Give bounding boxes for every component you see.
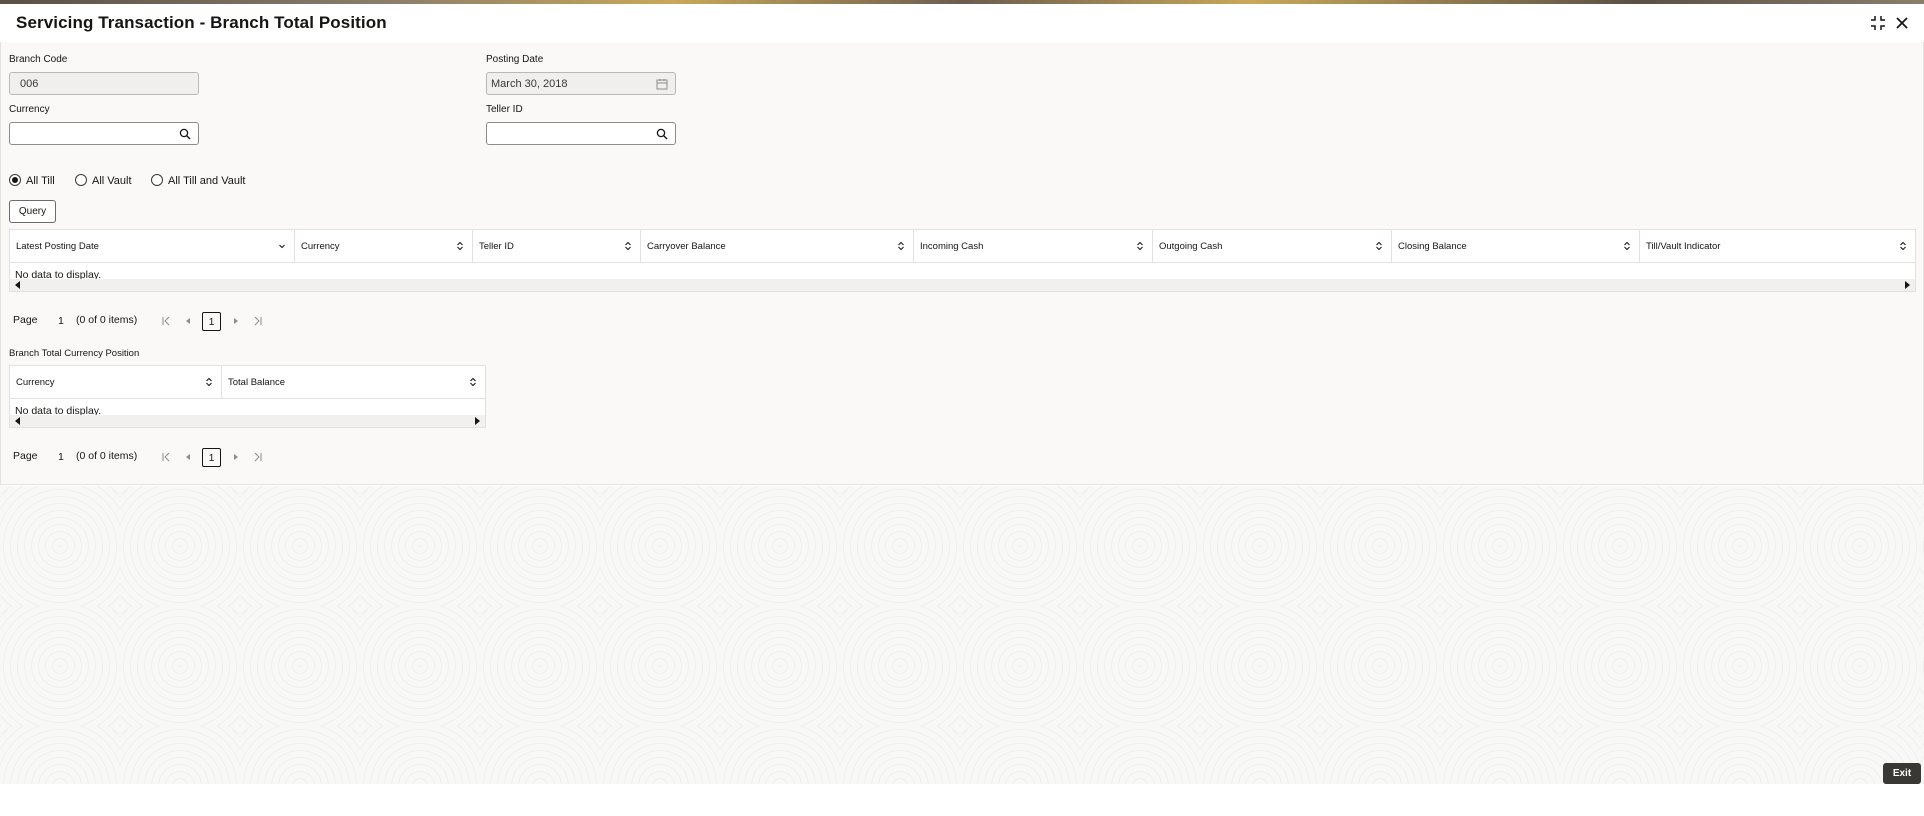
- posting-date-value: March 30, 2018: [491, 78, 568, 90]
- sort-icon: [1624, 241, 1630, 251]
- currency-label: Currency: [9, 104, 50, 115]
- col-teller-id[interactable]: Teller ID: [473, 230, 641, 262]
- col-currency[interactable]: Currency: [295, 230, 473, 262]
- teller-id-label: Teller ID: [486, 104, 523, 115]
- search-icon[interactable]: [656, 128, 668, 140]
- posting-date-field: March 30, 2018: [486, 72, 676, 95]
- branch-code-field: 006: [9, 72, 199, 95]
- radio-all-vault[interactable]: All Vault: [75, 174, 132, 187]
- col-latest-posting-date[interactable]: Latest Posting Date: [10, 230, 295, 262]
- background-pattern: [0, 486, 1924, 784]
- items-count: (0 of 0 items): [76, 314, 138, 326]
- current-page-button[interactable]: 1: [202, 448, 221, 467]
- footer-area: [0, 784, 1924, 816]
- horizontal-scrollbar[interactable]: [10, 415, 485, 427]
- position-table-pager: Page 1 (0 of 0 items) 1: [13, 312, 273, 332]
- posting-date-label: Posting Date: [486, 54, 544, 65]
- scroll-left-icon[interactable]: [14, 417, 22, 425]
- col-currency[interactable]: Currency: [10, 366, 222, 398]
- exit-button[interactable]: Exit: [1883, 763, 1921, 784]
- teller-id-field: [486, 122, 676, 145]
- collapse-icon[interactable]: [1869, 14, 1887, 32]
- col-incoming-cash[interactable]: Incoming Cash: [914, 230, 1153, 262]
- chevron-down-icon: [279, 244, 285, 249]
- sort-icon: [206, 377, 212, 387]
- table-header: Currency Total Balance: [10, 366, 485, 399]
- currency-table-pager: Page 1 (0 of 0 items) 1: [13, 448, 273, 468]
- radio-all-till[interactable]: All Till: [9, 174, 55, 187]
- position-table: Latest Posting Date Currency Teller ID C…: [9, 229, 1916, 292]
- previous-page-icon[interactable]: [183, 452, 193, 462]
- col-total-balance[interactable]: Total Balance: [222, 366, 485, 398]
- teller-id-input[interactable]: [487, 123, 649, 144]
- previous-page-icon[interactable]: [183, 316, 193, 326]
- radio-dot: [151, 174, 163, 186]
- scroll-right-icon[interactable]: [473, 417, 481, 425]
- currency-position-table: Currency Total Balance No data to displa…: [9, 365, 486, 428]
- col-outgoing-cash[interactable]: Outgoing Cash: [1153, 230, 1392, 262]
- sort-icon: [470, 377, 476, 387]
- next-page-icon[interactable]: [231, 452, 241, 462]
- page-number[interactable]: 1: [58, 315, 64, 327]
- table-header: Latest Posting Date Currency Teller ID C…: [10, 230, 1915, 263]
- col-carryover-balance[interactable]: Carryover Balance: [641, 230, 914, 262]
- branch-total-currency-title: Branch Total Currency Position: [9, 348, 140, 359]
- window-titlebar: Servicing Transaction - Branch Total Pos…: [0, 4, 1924, 43]
- branch-code-value: 006: [20, 78, 39, 90]
- currency-field: [9, 122, 199, 145]
- sort-icon: [625, 241, 631, 251]
- last-page-icon[interactable]: [253, 452, 263, 462]
- current-page-button[interactable]: 1: [202, 312, 221, 331]
- branch-code-label: Branch Code: [9, 54, 68, 65]
- col-closing-balance[interactable]: Closing Balance: [1392, 230, 1640, 262]
- scroll-left-icon[interactable]: [14, 281, 22, 289]
- radio-dot: [75, 174, 87, 186]
- currency-input[interactable]: [10, 123, 172, 144]
- col-till-vault-indicator[interactable]: Till/Vault Indicator: [1640, 230, 1915, 262]
- sort-icon: [1376, 241, 1382, 251]
- query-button[interactable]: Query: [9, 200, 56, 223]
- radio-dot: [9, 174, 21, 186]
- first-page-icon[interactable]: [161, 452, 171, 462]
- horizontal-scrollbar[interactable]: [10, 279, 1915, 291]
- scroll-right-icon[interactable]: [1903, 281, 1911, 289]
- items-count: (0 of 0 items): [76, 450, 138, 462]
- page-number[interactable]: 1: [58, 451, 64, 463]
- last-page-icon[interactable]: [253, 316, 263, 326]
- first-page-icon[interactable]: [161, 316, 171, 326]
- close-icon[interactable]: [1893, 14, 1911, 32]
- sort-icon: [898, 241, 904, 251]
- next-page-icon[interactable]: [231, 316, 241, 326]
- page-title: Servicing Transaction - Branch Total Pos…: [16, 13, 387, 32]
- sort-icon: [1137, 241, 1143, 251]
- sort-icon: [457, 241, 463, 251]
- sort-icon: [1900, 241, 1906, 251]
- search-icon[interactable]: [179, 128, 191, 140]
- calendar-icon: [656, 79, 668, 90]
- main-panel: Branch Code 006 Posting Date March 30, 2…: [0, 42, 1924, 485]
- radio-all-till-and-vault[interactable]: All Till and Vault: [151, 174, 245, 187]
